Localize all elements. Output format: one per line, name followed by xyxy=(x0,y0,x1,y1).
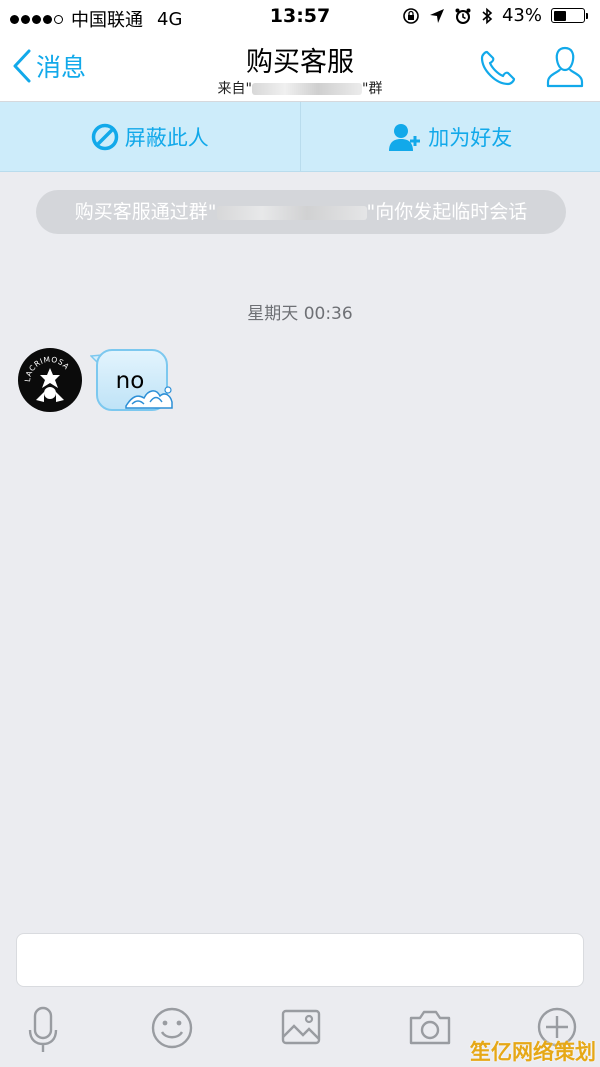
voice-button[interactable] xyxy=(26,1006,60,1058)
alarm-icon xyxy=(455,8,471,24)
call-button[interactable] xyxy=(478,48,518,92)
microphone-icon xyxy=(28,1006,58,1052)
avatar[interactable]: LACRIMOSA xyxy=(18,348,82,412)
add-friend-icon xyxy=(389,123,421,151)
block-user-button[interactable]: 屏蔽此人 xyxy=(0,102,300,171)
nav-bar: 消息 购买客服 来自" "群 xyxy=(0,34,600,102)
image-icon xyxy=(281,1009,321,1045)
subtitle-suffix: "群 xyxy=(362,81,383,97)
wave-decoration-icon xyxy=(125,386,173,409)
emoji-icon xyxy=(151,1007,193,1049)
add-friend-label: 加为好友 xyxy=(428,125,513,150)
rotation-lock-icon xyxy=(403,7,419,24)
action-bar: 屏蔽此人 加为好友 xyxy=(0,102,600,172)
profile-button[interactable] xyxy=(544,44,586,94)
camera-button[interactable] xyxy=(408,1006,452,1052)
redacted-group-name xyxy=(252,83,362,95)
message-timestamp: 星期天 00:36 xyxy=(247,304,353,324)
battery-level xyxy=(553,10,566,21)
image-button[interactable] xyxy=(280,1006,322,1052)
bluetooth-icon xyxy=(482,7,493,24)
notice-prefix: 购买客服通过群" xyxy=(74,201,217,223)
status-right: 43% xyxy=(402,5,588,26)
temp-session-notice: 购买客服通过群" "向你发起临时会话 xyxy=(36,190,566,234)
status-bar: 中国联通 4G 13:57 43% xyxy=(0,0,600,34)
camera-icon xyxy=(409,1010,451,1045)
watermark: 笙亿网络策划 xyxy=(470,1040,596,1064)
phone-icon xyxy=(480,50,516,86)
block-user-label: 屏蔽此人 xyxy=(124,125,209,150)
lacrimosa-logo-icon: LACRIMOSA xyxy=(23,355,71,402)
location-icon xyxy=(429,8,444,23)
redacted-group-name xyxy=(216,205,367,220)
subtitle-prefix: 来自" xyxy=(217,81,252,97)
battery-icon xyxy=(551,8,588,23)
add-friend-button[interactable]: 加为好友 xyxy=(299,102,600,171)
battery-percent: 43% xyxy=(501,5,542,26)
block-icon xyxy=(91,123,118,150)
emoji-button[interactable] xyxy=(150,1006,194,1054)
notice-suffix: "向你发起临时会话 xyxy=(366,201,528,223)
message-input[interactable] xyxy=(16,933,584,987)
profile-icon xyxy=(546,46,584,88)
